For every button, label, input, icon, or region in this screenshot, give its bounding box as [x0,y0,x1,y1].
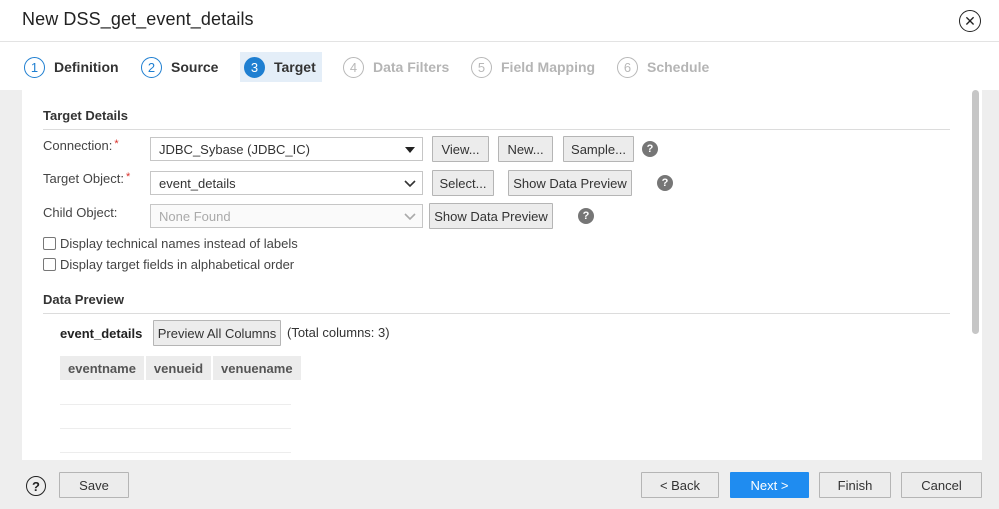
step-source[interactable]: 2 Source [137,52,222,82]
technical-names-checkbox[interactable] [43,237,56,250]
connection-label-text: Connection: [43,138,113,153]
finish-button[interactable]: Finish [819,472,891,498]
grid-row-divider [60,428,291,429]
view-connection-button[interactable]: View... [432,136,489,162]
data-preview-title: Data Preview [43,292,124,307]
show-data-preview-button[interactable]: Show Data Preview [508,170,632,196]
step-label: Schedule [647,59,710,75]
chevron-down-icon [404,211,416,223]
step-number: 1 [24,56,45,78]
back-button[interactable]: < Back [641,472,719,498]
grid-row-divider [60,404,291,405]
step-definition[interactable]: 1 Definition [20,52,123,82]
checkbox-label: Display technical names instead of label… [60,236,298,251]
connection-value: JDBC_Sybase (JDBC_IC) [159,141,310,157]
child-object-select: None Found [150,204,423,228]
step-label: Target [274,59,316,75]
step-number: 6 [617,56,638,78]
wizard-steps: 1 Definition 2 Source 3 Target 4 Data Fi… [0,42,999,90]
grid-row-divider [60,452,291,453]
step-label: Source [171,59,219,75]
required-marker: * [114,138,119,150]
help-icon[interactable]: ? [657,175,673,191]
section-divider [43,129,950,130]
section-divider [43,313,950,314]
chevron-down-icon [404,178,416,190]
connection-select[interactable]: JDBC_Sybase (JDBC_IC) [150,137,423,161]
child-object-label: Child Object: [43,205,118,220]
step-label: Field Mapping [501,59,596,75]
target-object-select[interactable]: event_details [150,171,423,195]
target-object-label: Target Object: * [43,171,130,186]
select-target-object-button[interactable]: Select... [432,170,494,196]
column-header[interactable]: venuename [213,356,303,380]
alphabetical-order-checkbox[interactable] [43,258,56,271]
column-header[interactable]: eventname [60,356,146,380]
column-header[interactable]: venueid [145,356,214,380]
help-circle-icon[interactable]: ? [26,476,46,496]
sample-connection-button[interactable]: Sample... [563,136,634,162]
step-label: Definition [54,59,119,75]
target-details-title: Target Details [43,108,129,123]
help-icon[interactable]: ? [642,141,658,157]
step-number: 3 [244,56,265,78]
step-field-mapping: 5 Field Mapping [467,52,599,82]
target-object-value: event_details [159,175,236,191]
new-connection-button[interactable]: New... [498,136,553,162]
preview-grid-header: eventname venueid venuename [60,356,303,380]
step-data-filters: 4 Data Filters [339,52,453,82]
total-columns-text: (Total columns: 3) [287,325,390,340]
dialog-title: New DSS_get_event_details [22,9,254,29]
next-button[interactable]: Next > [730,472,809,498]
preview-object-name: event_details [60,326,143,341]
vertical-scrollbar[interactable] [972,90,979,334]
step-schedule: 6 Schedule [613,52,713,82]
caret-down-icon [404,144,416,156]
required-marker: * [125,171,131,183]
save-button[interactable]: Save [59,472,129,498]
target-object-label-text: Target Object: [43,171,124,186]
dialog-header: New DSS_get_event_details ✕ [0,0,999,42]
child-object-value: None Found [159,208,231,224]
connection-label: Connection: * [43,138,119,153]
technical-names-option[interactable]: Display technical names instead of label… [43,236,298,251]
step-target[interactable]: 3 Target [240,52,322,82]
help-icon[interactable]: ? [578,208,594,224]
cancel-button[interactable]: Cancel [901,472,982,498]
step-label: Data Filters [373,59,450,75]
step-number: 4 [343,56,364,78]
checkbox-label: Display target fields in alphabetical or… [60,257,295,272]
step-number: 2 [141,56,162,78]
step-number: 5 [471,56,492,78]
child-show-data-preview-button[interactable]: Show Data Preview [429,203,553,229]
close-icon[interactable]: ✕ [959,10,981,32]
alphabetical-order-option[interactable]: Display target fields in alphabetical or… [43,257,294,272]
preview-all-columns-button[interactable]: Preview All Columns [153,320,281,346]
